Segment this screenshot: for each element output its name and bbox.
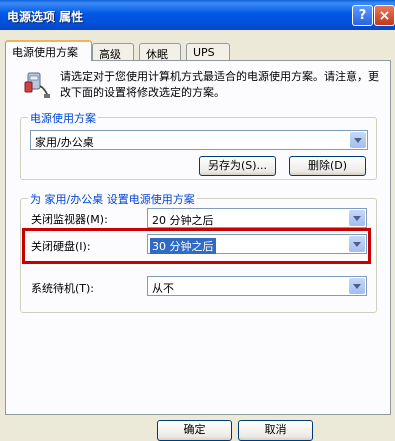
cancel-button[interactable]: 取消 [238, 420, 313, 441]
intro-description: 请选定对于您使用计算机方式最适合的电源使用方案。请注意，更改下面的设置将修改选定… [60, 70, 379, 99]
scheme-select[interactable]: 家用/办公桌 [30, 130, 368, 150]
save-as-button[interactable]: 另存为(S)... [199, 156, 276, 176]
monitor-select[interactable]: 20 分钟之后 [147, 208, 367, 228]
tab-power-schemes[interactable]: 电源使用方案 [5, 40, 92, 61]
tab-ups[interactable]: UPS [186, 43, 230, 60]
delete-button[interactable]: 删除(D) [289, 156, 366, 176]
monitor-select-value: 20 分钟之后 [152, 214, 214, 227]
chevron-down-icon[interactable] [350, 132, 366, 148]
settings-group-label: 为 家用/办公桌 设置电源使用方案 [28, 191, 197, 207]
power-plug-icon [24, 72, 50, 98]
scheme-select-value: 家用/办公桌 [35, 136, 94, 149]
standby-label: 系统待机(T): [31, 282, 95, 295]
monitor-label: 关闭监视器(M): [31, 213, 108, 226]
standby-select-value: 从不 [152, 282, 174, 295]
tab-hibernate[interactable]: 休眠 [139, 43, 181, 61]
tab-advanced[interactable]: 高级 [92, 43, 134, 61]
scheme-group-label: 电源使用方案 [28, 110, 98, 126]
chevron-down-icon[interactable] [349, 278, 365, 294]
close-button[interactable]: × [374, 5, 395, 26]
highlight-annotation [22, 228, 371, 264]
chevron-down-icon[interactable] [349, 210, 365, 226]
title-bar: 电源选项 属性 ? × [0, 0, 395, 30]
help-button[interactable]: ? [352, 5, 373, 26]
window-title: 电源选项 属性 [7, 10, 84, 24]
standby-select[interactable]: 从不 [147, 276, 367, 296]
ok-button[interactable]: 确定 [157, 420, 232, 441]
